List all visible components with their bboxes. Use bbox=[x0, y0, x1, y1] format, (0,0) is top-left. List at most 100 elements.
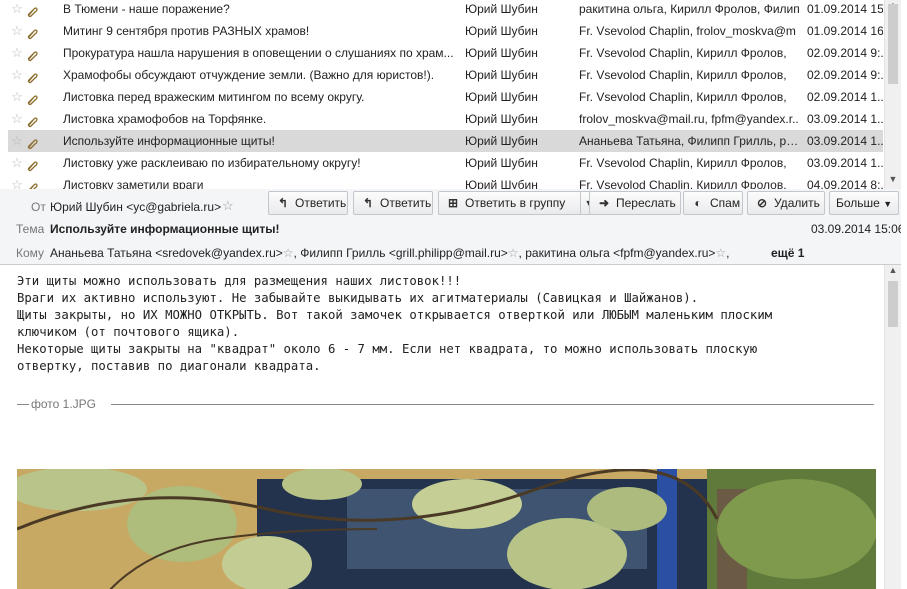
delete-icon: ⊘ bbox=[756, 196, 768, 210]
delete-button[interactable]: ⊘ Удалить bbox=[747, 191, 825, 215]
from-label: От bbox=[31, 200, 46, 214]
message-from: Юрий Шубин bbox=[465, 156, 538, 170]
message-date: 03.09.2014 1.. bbox=[807, 156, 883, 170]
from-value[interactable]: Юрий Шубин <yc@gabriela.ru> bbox=[50, 200, 221, 214]
forward-icon: ➜ bbox=[598, 196, 610, 210]
subject-value: Используйте информационные щиты! bbox=[50, 222, 280, 236]
star-icon[interactable]: ☆ bbox=[10, 108, 24, 130]
reply-group-icon: ⊞ bbox=[447, 196, 459, 210]
star-icon[interactable]: ☆ bbox=[715, 246, 726, 260]
message-to: Fr. Vsevolod Chaplin, Кирилл Фролов, bbox=[579, 178, 787, 190]
window-edge bbox=[901, 0, 907, 589]
reply-all-button[interactable]: ↰ Ответить bbox=[353, 191, 433, 215]
attachment-icon bbox=[26, 91, 38, 106]
message-header: От Юрий Шубин <yc@gabriela.ru> ☆ ↰ Ответи… bbox=[0, 189, 907, 265]
message-subject: Митинг 9 сентября против РАЗНЫХ храмов! bbox=[63, 24, 310, 38]
spam-icon: ◐ bbox=[694, 196, 702, 210]
attachment-icon bbox=[26, 25, 38, 40]
star-icon[interactable]: ☆ bbox=[10, 174, 24, 189]
message-row[interactable]: ☆ Используйте информационные щиты! Юрий Шу… bbox=[8, 130, 883, 152]
message-row[interactable]: ☆ Прокуратура нашла нарушения в оповещени… bbox=[8, 42, 883, 64]
attachment-photo[interactable] bbox=[17, 469, 876, 589]
message-from: Юрий Шубин bbox=[465, 46, 538, 60]
star-icon[interactable]: ☆ bbox=[222, 198, 234, 214]
message-date: 03.09.2014 1.. bbox=[807, 134, 883, 148]
recipient[interactable]: Ананьева Татьяна <sredovek@yandex.ru> bbox=[50, 246, 283, 260]
message-date: 02.09.2014 9:.. bbox=[807, 46, 883, 60]
scroll-down-icon[interactable]: ▼ bbox=[888, 174, 898, 184]
subject-label: Тема bbox=[16, 222, 45, 236]
message-date: 03.09.2014 1.. bbox=[807, 112, 883, 126]
message-row[interactable]: ☆ Листовка перед вражеским митингом по вс… bbox=[8, 86, 883, 108]
spam-button[interactable]: ◐ Спам bbox=[683, 191, 743, 215]
to-label: Кому bbox=[16, 246, 45, 260]
message-row[interactable]: ☆ В Тюмени - наше поражение? Юрий Шубин рак… bbox=[8, 0, 883, 20]
message-subject: Используйте информационные щиты! bbox=[63, 134, 275, 148]
attachment-separator: фото 1.JPG bbox=[17, 397, 874, 411]
message-body-scrollbar[interactable]: ▲ bbox=[884, 265, 901, 589]
recipients: Ананьева Татьяна <sredovek@yandex.ru>☆, … bbox=[50, 246, 730, 260]
more-recipients-link[interactable]: ещё 1 bbox=[771, 246, 804, 260]
message-list-scrollbar[interactable]: ▲ ▼ bbox=[884, 0, 901, 189]
star-icon[interactable]: ☆ bbox=[10, 64, 24, 86]
message-row[interactable]: ☆ Митинг 9 сентября против РАЗНЫХ храмов!… bbox=[8, 20, 883, 42]
reply-all-icon: ↰ bbox=[362, 196, 374, 210]
message-subject: Прокуратура нашла нарушения в оповещении… bbox=[63, 46, 454, 60]
more-button[interactable]: Больше ▼ bbox=[829, 191, 899, 215]
message-row[interactable]: ☆ Листовку заметили враги Юрий Шубин Fr. Vs… bbox=[8, 174, 883, 190]
message-row[interactable]: ☆ Листовка храмофобов на Торфянке. Юрий Шу… bbox=[8, 108, 883, 130]
message-to: Fr. Vsevolod Chaplin, frolov_moskva@m bbox=[579, 24, 796, 38]
star-icon[interactable]: ☆ bbox=[10, 0, 24, 20]
reply-group-button[interactable]: ⊞Ответить в группу▼ bbox=[438, 191, 598, 215]
forward-button[interactable]: ➜ Переслать bbox=[589, 191, 681, 215]
message-subject: Листовку заметили враги bbox=[63, 178, 204, 190]
star-icon[interactable]: ☆ bbox=[10, 20, 24, 42]
message-date: 01.09.2014 15: bbox=[807, 2, 883, 16]
recipient[interactable]: Филипп Грилль <grill.philipp@mail.ru> bbox=[300, 246, 508, 260]
star-icon[interactable]: ☆ bbox=[10, 42, 24, 64]
message-to: Fr. Vsevolod Chaplin, Кирилл Фролов, bbox=[579, 156, 787, 170]
star-icon[interactable]: ☆ bbox=[508, 246, 519, 260]
scrollbar-thumb[interactable] bbox=[888, 4, 898, 84]
message-from: Юрий Шубин bbox=[465, 2, 538, 16]
scroll-up-icon[interactable]: ▲ bbox=[888, 265, 898, 275]
message-text: Эти щиты можно использовать для размещен… bbox=[17, 274, 773, 373]
message-subject: Храмофобы обсуждают отчуждение земли. (В… bbox=[63, 68, 435, 82]
message-body: Эти щиты можно использовать для размещен… bbox=[8, 265, 884, 589]
recipient[interactable]: ракитина ольга <fpfm@yandex.ru> bbox=[525, 246, 715, 260]
star-icon[interactable]: ☆ bbox=[10, 152, 24, 174]
message-from: Юрий Шубин bbox=[465, 112, 538, 126]
message-date: 01.09.2014 16: bbox=[807, 24, 883, 38]
message-list[interactable]: ☆ В Тюмени - наше поражение? Юрий Шубин рак… bbox=[0, 0, 907, 190]
message-date: 04.09.2014 8:.. bbox=[807, 178, 883, 190]
reply-icon: ↰ bbox=[277, 196, 289, 210]
reply-button[interactable]: ↰ Ответить bbox=[268, 191, 348, 215]
attachment-icon bbox=[26, 113, 38, 128]
message-from: Юрий Шубин bbox=[465, 134, 538, 148]
message-to: Fr. Vsevolod Chaplin, Кирилл Фролов, bbox=[579, 46, 787, 60]
attachment-label[interactable]: фото 1.JPG bbox=[31, 397, 96, 411]
message-from: Юрий Шубин bbox=[465, 68, 538, 82]
message-date: 03.09.2014 15:06 bbox=[811, 222, 905, 236]
star-icon[interactable]: ☆ bbox=[10, 86, 24, 108]
message-subject: В Тюмени - наше поражение? bbox=[63, 2, 230, 16]
attachment-icon bbox=[26, 47, 38, 62]
message-to: frolov_moskva@mail.ru, fpfm@yandex.r.. bbox=[579, 112, 799, 126]
message-subject: Листовка перед вражеским митингом по все… bbox=[63, 90, 365, 104]
message-date: 02.09.2014 9:.. bbox=[807, 68, 883, 82]
chevron-down-icon: ▼ bbox=[883, 199, 893, 209]
message-to: Fr. Vsevolod Chaplin, Кирилл Фролов, bbox=[579, 68, 787, 82]
message-to: Ананьева Татьяна, Филипп Грилль, ра... bbox=[579, 134, 801, 148]
star-icon[interactable]: ☆ bbox=[283, 246, 294, 260]
message-row[interactable]: ☆ Храмофобы обсуждают отчуждение земли. (… bbox=[8, 64, 883, 86]
attachment-icon bbox=[26, 157, 38, 172]
message-from: Юрий Шубин bbox=[465, 178, 538, 190]
message-date: 02.09.2014 1.. bbox=[807, 90, 883, 104]
message-subject: Листовку уже расклеиваю по избирательном… bbox=[63, 156, 361, 170]
star-icon[interactable]: ☆ bbox=[10, 130, 24, 152]
scrollbar-thumb[interactable] bbox=[888, 281, 898, 327]
message-subject: Листовка храмофобов на Торфянке. bbox=[63, 112, 267, 126]
attachment-icon bbox=[26, 3, 38, 18]
message-row[interactable]: ☆ Листовку уже расклеиваю по избирательно… bbox=[8, 152, 883, 174]
message-from: Юрий Шубин bbox=[465, 24, 538, 38]
